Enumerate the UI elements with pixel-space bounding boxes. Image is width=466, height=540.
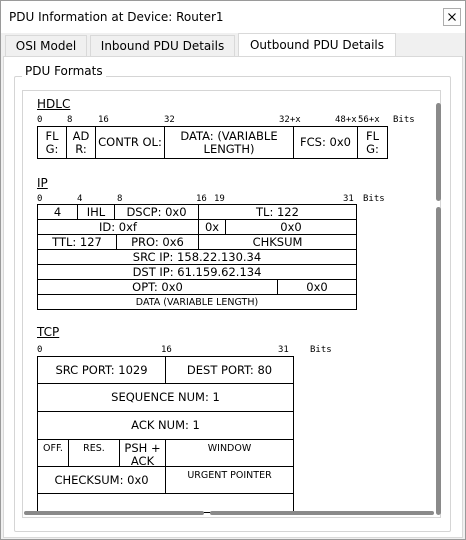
tcp-dest-port: DEST PORT: 80 <box>165 356 294 384</box>
ip-ruler-label: 19 <box>214 194 225 204</box>
ip-fragment-offset: 0x0 <box>225 219 357 235</box>
hdlc-flag-start: FL G: <box>37 126 67 159</box>
ip-identification: ID: 0xf <box>37 219 199 235</box>
ip-flags: 0x <box>198 219 226 235</box>
ip-ihl: IHL <box>77 204 115 220</box>
hdlc-ruler-label: Bits <box>393 115 415 125</box>
hdlc-ruler-label: 8 <box>67 115 73 125</box>
ip-checksum: CHKSUM <box>198 234 357 250</box>
ip-ruler-label: 16 <box>196 194 207 204</box>
ip-options: OPT: 0x0 <box>37 279 278 295</box>
tcp-ruler-label: 31 <box>278 345 289 355</box>
ip-data: DATA (VARIABLE LENGTH) <box>37 294 357 310</box>
vertical-scrollbar[interactable] <box>436 103 442 515</box>
ip-version: 4 <box>37 204 78 220</box>
hdlc-ruler-label: 32+x <box>279 115 301 125</box>
hdlc-title: HDLC <box>37 97 71 111</box>
tab-outbound-pdu-details[interactable]: Outbound PDU Details <box>238 33 396 57</box>
pdu-information-window: PDU Information at Device: Router1 OSI M… <box>0 0 466 540</box>
ip-ruler-label: Bits <box>363 194 385 204</box>
hdlc-control: CONTR OL: <box>95 126 165 159</box>
ip-padding: 0x0 <box>277 279 357 295</box>
tcp-title: TCP <box>37 325 60 339</box>
hdlc-ruler-label: 56+x <box>358 115 380 125</box>
horizontal-scroll-thumb-left[interactable] <box>24 511 204 515</box>
horizontal-scroll-thumb[interactable] <box>210 511 434 515</box>
tcp-src-port: SRC PORT: 1029 <box>37 356 166 384</box>
title-bar: PDU Information at Device: Router1 <box>1 1 465 33</box>
tcp-urgent-pointer: URGENT POINTER <box>165 466 294 494</box>
ip-total-length: TL: 122 <box>198 204 357 220</box>
ip-ruler-label: 4 <box>77 194 83 204</box>
pdu-formats-label: PDU Formats <box>22 64 106 78</box>
tcp-ruler-label: 0 <box>37 345 43 355</box>
ip-ruler-label: 31 <box>343 194 354 204</box>
tcp-checksum: CHECKSUM: 0x0 <box>37 466 166 494</box>
tcp-ruler-label: 16 <box>161 345 172 355</box>
close-icon <box>448 13 456 21</box>
tcp-sequence-number: SEQUENCE NUM: 1 <box>37 383 294 412</box>
pdu-formats-scroll-area[interactable]: HDLC 0 8 16 32 32+x 48+x 56+x Bits FL G:… <box>22 90 441 518</box>
tab-bar: OSI Model Inbound PDU Details Outbound P… <box>3 33 463 57</box>
hdlc-fcs: FCS: 0x0 <box>293 126 358 159</box>
ip-ruler-label: 0 <box>37 194 43 204</box>
ip-ruler-label: 8 <box>117 194 123 204</box>
tab-inbound-pdu-details[interactable]: Inbound PDU Details <box>90 35 235 56</box>
vertical-scroll-thumb[interactable] <box>436 207 441 515</box>
tcp-flags: PSH + ACK <box>119 439 166 467</box>
hdlc-ruler-label: 0 <box>37 115 43 125</box>
tcp-ruler-label: Bits <box>310 345 332 355</box>
hdlc-flag-end: FL G: <box>357 126 388 159</box>
tcp-reserved: RES. <box>68 439 120 467</box>
hdlc-ruler-label: 16 <box>98 115 109 125</box>
hdlc-data: DATA: (VARIABLE LENGTH) <box>164 126 294 159</box>
ip-dscp: DSCP: 0x0 <box>114 204 199 220</box>
hdlc-ruler-label: 32 <box>164 115 175 125</box>
tab-osi-model[interactable]: OSI Model <box>5 35 87 56</box>
hdlc-ruler-label: 48+x <box>335 115 357 125</box>
close-button[interactable] <box>443 8 461 26</box>
ip-title: IP <box>37 176 48 190</box>
tcp-window: WINDOW <box>165 439 294 467</box>
outbound-pdu-panel: PDU Formats HDLC 0 8 16 32 32+x 48+x 56+… <box>3 56 463 538</box>
ip-ttl: TTL: 127 <box>37 234 117 250</box>
ip-src-ip: SRC IP: 158.22.130.34 <box>37 249 357 265</box>
window-title: PDU Information at Device: Router1 <box>9 10 224 24</box>
tcp-ack-number: ACK NUM: 1 <box>37 411 294 440</box>
tcp-data-offset: OFF. <box>37 439 69 467</box>
ip-protocol: PRO: 0x6 <box>116 234 199 250</box>
vertical-scroll-thumb-top[interactable] <box>436 103 441 201</box>
hdlc-address: AD R: <box>66 126 96 159</box>
ip-dst-ip: DST IP: 61.159.62.134 <box>37 264 357 280</box>
horizontal-scrollbar[interactable] <box>24 509 434 517</box>
